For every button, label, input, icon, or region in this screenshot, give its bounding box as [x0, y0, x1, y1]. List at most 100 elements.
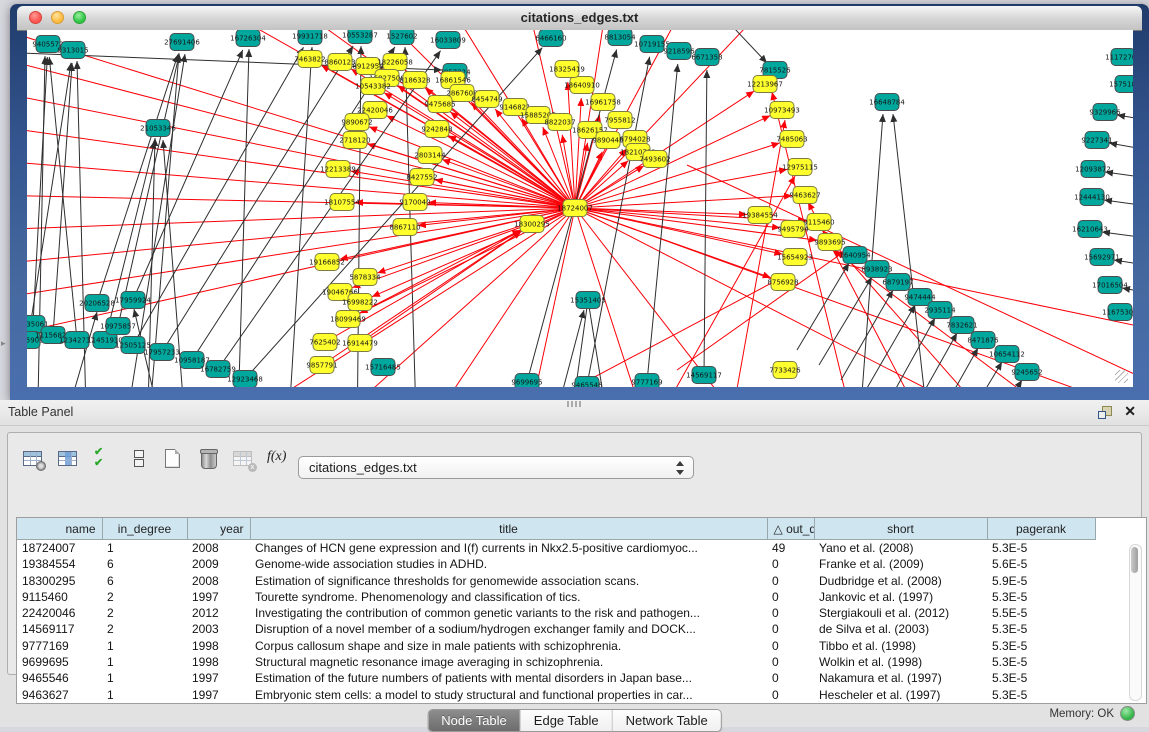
graph-node[interactable]: 19384554: [742, 207, 778, 224]
table-cell[interactable]: 6: [102, 556, 187, 572]
graph-node[interactable]: 9475685: [424, 96, 455, 113]
select-all-rows-button[interactable]: ✔✔: [90, 445, 117, 472]
canvas-resize-grip[interactable]: [1115, 370, 1128, 383]
table-cell[interactable]: Genome-wide association studies in ADHD.: [250, 556, 767, 572]
table-cell[interactable]: 0: [767, 638, 814, 654]
table-cell[interactable]: 0: [767, 605, 814, 621]
table-row[interactable]: 977716911998Corpus callosum shape and si…: [17, 638, 1095, 654]
table-cell[interactable]: Embryonic stem cells: a model to study s…: [250, 687, 767, 703]
table-cell[interactable]: Dudbridge et al. (2008): [814, 573, 987, 589]
graph-node[interactable]: 7733426: [769, 362, 801, 379]
graph-node[interactable]: 9495794: [777, 221, 809, 238]
table-cell[interactable]: Estimation of the future numbers of pati…: [250, 670, 767, 686]
graph-node[interactable]: 16210643: [1072, 221, 1108, 238]
memory-status-indicator[interactable]: [1120, 706, 1135, 721]
graph-node[interactable]: 8822037: [544, 114, 575, 131]
black-edge[interactable]: [704, 70, 707, 375]
collapsed-panel-arrow[interactable]: ▸: [1, 338, 6, 349]
table-row[interactable]: 1872400712008Changes of HCN gene express…: [17, 540, 1095, 557]
column-header-name[interactable]: name: [17, 518, 102, 540]
table-cell[interactable]: 5.3E-5: [987, 540, 1095, 557]
table-cell[interactable]: 22420046: [17, 605, 102, 621]
table-cell[interactable]: 1: [102, 670, 187, 686]
table-vertical-scrollbar[interactable]: [1129, 544, 1142, 701]
graph-node[interactable]: 18325419: [549, 61, 585, 78]
delete-column-button[interactable]: [195, 445, 222, 472]
graph-node[interactable]: 10553287: [342, 30, 378, 44]
graph-node[interactable]: 2718120: [339, 132, 370, 149]
node-table[interactable]: namein_degreeyeartitle△ out_de...shortpa…: [16, 517, 1147, 704]
table-row[interactable]: 946362711997Embryonic stem cells: a mode…: [17, 687, 1095, 703]
table-cell[interactable]: Yano et al. (2008): [814, 540, 987, 557]
table-cell[interactable]: 6: [102, 573, 187, 589]
table-cell[interactable]: de Silva et al. (2003): [814, 621, 987, 637]
graph-node[interactable]: 12093872: [1075, 161, 1111, 178]
table-cell[interactable]: 0: [767, 573, 814, 589]
table-cell[interactable]: 1997: [187, 589, 250, 605]
table-cell[interactable]: 2008: [187, 573, 250, 589]
graph-node[interactable]: 8454749: [471, 91, 502, 108]
table-cell[interactable]: Investigating the contribution of common…: [250, 605, 767, 621]
graph-node[interactable]: 8867110: [389, 219, 420, 236]
table-cell[interactable]: 49: [767, 540, 814, 557]
table-cell[interactable]: Structural magnetic resonance image aver…: [250, 654, 767, 670]
table-row[interactable]: 1938455462009Genome-wide association stu…: [17, 556, 1095, 572]
scrollbar-thumb[interactable]: [1131, 547, 1138, 573]
graph-node[interactable]: 11675300: [1102, 304, 1133, 321]
graph-node[interactable]: 27691406: [164, 34, 200, 51]
table-cell[interactable]: 9699695: [17, 654, 102, 670]
table-cell[interactable]: Disruption of a novel member of a sodium…: [250, 621, 767, 637]
table-cell[interactable]: Hescheler et al. (1997): [814, 687, 987, 703]
graph-node[interactable]: 19166852: [309, 254, 345, 271]
graph-node[interactable]: 8756928: [767, 274, 798, 291]
graph-node[interactable]: 10654112: [989, 346, 1025, 363]
graph-node[interactable]: 8471876: [967, 332, 999, 349]
table-cell[interactable]: 2: [102, 621, 187, 637]
graph-node[interactable]: 9465546: [571, 377, 603, 388]
graph-node[interactable]: 9777169: [631, 374, 662, 388]
table-cell[interactable]: 5.3E-5: [987, 670, 1095, 686]
function-builder-button[interactable]: f(x): [265, 445, 292, 472]
graph-node[interactable]: 1527602: [386, 30, 417, 45]
table-row[interactable]: 969969511998Structural magnetic resonanc…: [17, 654, 1095, 670]
graph-node[interactable]: 9893695: [814, 234, 845, 251]
table-cell[interactable]: 9115460: [17, 589, 102, 605]
column-header-title[interactable]: title: [250, 518, 767, 540]
column-header-pagerank[interactable]: pagerank: [987, 518, 1095, 540]
table-cell[interactable]: 5.3E-5: [987, 687, 1095, 703]
graph-node[interactable]: 12975115: [782, 159, 818, 176]
graph-node[interactable]: 1640954: [839, 247, 871, 264]
graph-node[interactable]: 7955812: [604, 112, 635, 129]
black-edge[interactable]: [49, 57, 77, 340]
table-cell[interactable]: 1: [102, 540, 187, 557]
table-cell[interactable]: 5.5E-5: [987, 605, 1095, 621]
graph-node[interactable]: 17016504: [1092, 277, 1128, 294]
graph-node[interactable]: 16726304: [230, 30, 266, 47]
table-selector-dropdown[interactable]: citations_edges.txt: [298, 456, 694, 479]
window-titlebar[interactable]: citations_edges.txt: [17, 6, 1142, 31]
table-cell[interactable]: Wolkin et al. (1998): [814, 654, 987, 670]
table-cell[interactable]: 1998: [187, 638, 250, 654]
graph-node[interactable]: 2803144: [414, 147, 446, 164]
table-cell[interactable]: 9463627: [17, 687, 102, 703]
table-cell[interactable]: 5.3E-5: [987, 589, 1095, 605]
table-cell[interactable]: Franke et al. (2009): [814, 556, 987, 572]
graph-node[interactable]: 2935114: [924, 302, 956, 319]
graph-node[interactable]: 9890672: [341, 114, 372, 131]
table-cell[interactable]: 9777169: [17, 638, 102, 654]
graph-node[interactable]: 5878334: [349, 269, 381, 286]
graph-node[interactable]: 7832621: [946, 317, 977, 334]
table-cell[interactable]: Tibbo et al. (1998): [814, 638, 987, 654]
graph-node[interactable]: 11172700: [1105, 49, 1133, 66]
table-cell[interactable]: 5.6E-5: [987, 556, 1095, 572]
table-cell[interactable]: 5.9E-5: [987, 573, 1095, 589]
graph-node[interactable]: 15351405: [570, 292, 606, 309]
graph-node[interactable]: 9170040: [399, 194, 430, 211]
column-header-short[interactable]: short: [814, 518, 987, 540]
graph-node[interactable]: 9699695: [511, 374, 542, 388]
table-cell[interactable]: Estimation of significance thresholds fo…: [250, 573, 767, 589]
table-cell[interactable]: 0: [767, 589, 814, 605]
graph-node[interactable]: 19931718: [292, 30, 328, 45]
table-row[interactable]: 1830029562008Estimation of significance …: [17, 573, 1095, 589]
table-cell[interactable]: 5.3E-5: [987, 654, 1095, 670]
